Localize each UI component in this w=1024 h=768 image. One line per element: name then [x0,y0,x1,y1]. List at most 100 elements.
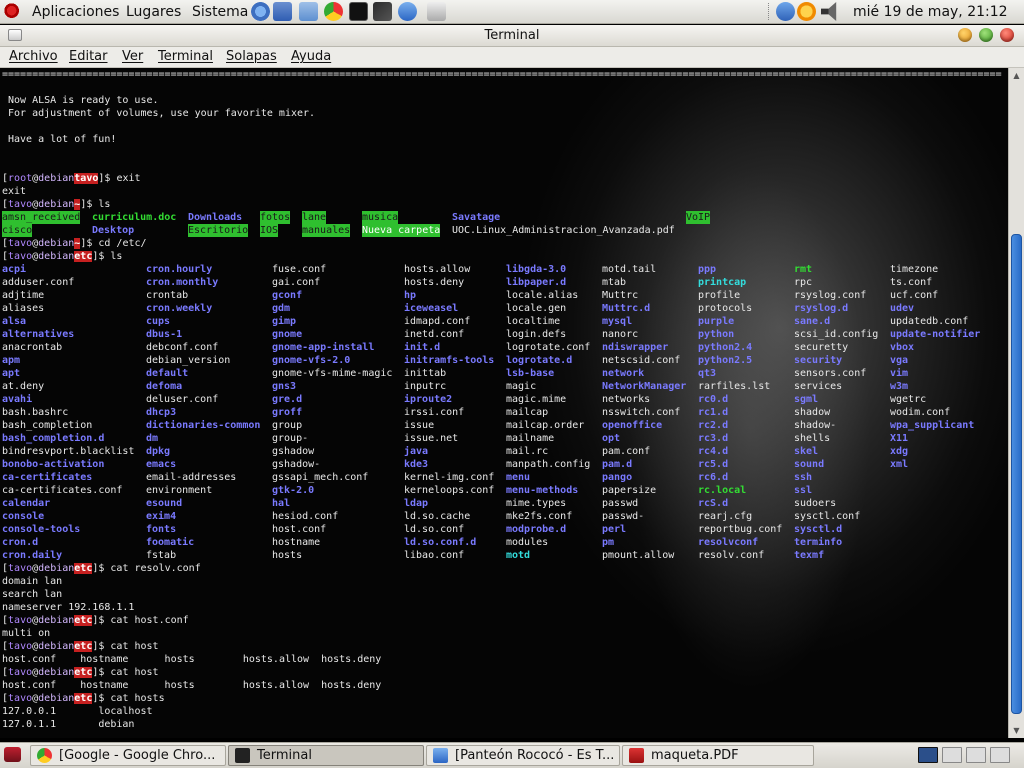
ls-entry: hosts.allow [404,264,471,275]
ls-entry: python2.4 [698,342,753,353]
ls-entry: ucf.conf [890,290,939,301]
prompt-user: tavo [8,667,33,678]
taskbar-button[interactable]: [Panteón Rococó - Es T... [426,745,620,766]
scroll-down-icon[interactable]: ▼ [1009,723,1024,738]
screenshot-icon[interactable] [373,2,392,21]
ls-entry: shadow [794,407,831,418]
ls-entry: sudoers [794,498,837,509]
ls-entry: rmt [794,264,813,275]
output-line: 127.0.0.1 localhost [2,706,153,717]
prompt-close: ]$ [80,238,99,249]
ls-entry: mtab [602,277,627,288]
notes-icon[interactable] [273,2,292,21]
chrome-icon[interactable] [324,2,343,21]
ls-entry: hostname [272,537,321,548]
ls-entry: VoIP [686,211,711,224]
menu-aplicaciones[interactable]: Aplicaciones [32,4,119,20]
menu-ver[interactable]: Ver [122,49,143,64]
output-line: 127.0.1.1 debian [2,719,135,730]
ls-entry: shadow- [794,420,837,431]
prompt-user: tavo [8,563,33,574]
ls-entry: gshadow- [272,459,321,470]
close-button[interactable] [1000,28,1014,42]
menu-archivo[interactable]: Archivo [9,49,58,64]
music-icon [433,748,448,763]
workspace-3[interactable] [966,747,986,763]
ls-entry: iceweasel [404,303,459,314]
help-icon[interactable] [251,2,270,21]
ls-entry: scsi_id.config [794,329,879,340]
minimize-button[interactable] [958,28,972,42]
taskbar-button[interactable]: [Google - Google Chro... [30,745,226,766]
menu-terminal[interactable]: Terminal [158,49,213,64]
ls-entry: qt3 [698,368,717,379]
maximize-button[interactable] [979,28,993,42]
window-titlebar[interactable]: Terminal [0,25,1024,47]
menu-sistema[interactable]: Sistema [192,4,248,20]
taskbar-label: [Panteón Rococó - Es T... [455,748,615,763]
ls-entry: profile [698,290,741,301]
ls-entry: gai.conf [272,277,321,288]
prompt-line: [root@debiantavo]$ exit [2,172,141,185]
terminal-icon[interactable] [349,2,368,21]
terminal-scrollbar[interactable]: ▲ ▼ [1008,68,1024,738]
ls-entry: musica [362,211,399,224]
ls-entry: gns3 [272,381,297,392]
ls-entry: gdm [272,303,291,314]
music-tray-icon[interactable] [776,2,795,21]
ls-entry: manuales [302,224,351,237]
ls-entry: Downloads [188,212,243,223]
menu-editar[interactable]: Editar [69,49,108,64]
menu-lugares[interactable]: Lugares [126,4,181,20]
workspace-4[interactable] [990,747,1010,763]
ls-entry: java [404,446,429,457]
scrollbar-thumb[interactable] [1011,234,1022,714]
prompt-user: tavo [8,615,33,626]
ls-entry: lane [302,211,327,224]
ls-entry: skel [794,446,819,457]
workspace-1[interactable] [918,747,938,763]
clock[interactable]: mié 19 de may, 21:12 [853,4,1008,20]
ls-entry: ld.so.conf.d [404,537,477,548]
ls-entry: environment [146,485,213,496]
ls-entry: ssh [794,472,813,483]
ls-entry: modprobe.d [506,524,567,535]
scroll-up-icon[interactable]: ▲ [1009,68,1024,83]
ls-entry: gtk-2.0 [272,485,315,496]
prompt-dir: etc [74,693,93,704]
folder-icon[interactable] [299,2,318,21]
taskbar-button[interactable]: Terminal [228,745,424,766]
ls-entry: rc1.d [698,407,729,418]
ls-entry: hosts.deny [404,277,465,288]
ls-entry: menu [506,472,531,483]
ls-entry: initramfs-tools [404,355,495,366]
ls-entry: acpi [2,264,27,275]
ls-entry: bindresvport.blacklist [2,446,135,457]
network-icon[interactable] [427,2,446,21]
volume-icon[interactable] [821,2,837,21]
alsa-line: Now ALSA is ready to use. [8,95,159,106]
ls-entry: wodim.conf [890,407,951,418]
ls-entry: bash_completion [2,420,93,431]
taskbar-button[interactable]: maqueta.PDF [622,745,814,766]
show-desktop-icon[interactable] [4,747,21,762]
debian-menu-icon[interactable] [4,3,21,20]
menu-solapas[interactable]: Solapas [226,49,277,64]
ls-entry: motd.tail [602,264,657,275]
ls-entry: fstab [146,550,177,561]
terminal-output[interactable]: ========================================… [0,68,1008,738]
music-icon[interactable] [398,2,417,21]
ls-entry: anacrontab [2,342,63,353]
output-line: host.conf hostname hosts hosts.allow hos… [2,680,382,691]
ls-entry: vga [890,355,909,366]
ls-entry: hesiod.conf [272,511,339,522]
output-line: search lan [2,589,63,600]
prompt-host: debian [38,199,75,210]
ls-entry: rpc [794,277,813,288]
workspace-2[interactable] [942,747,962,763]
menu-ayuda[interactable]: Ayuda [291,49,331,64]
update-notifier-icon[interactable] [797,2,816,21]
ls-entry: manpath.config [506,459,591,470]
ls-entry: issue [404,420,435,431]
ls-entry: texmf [794,550,825,561]
